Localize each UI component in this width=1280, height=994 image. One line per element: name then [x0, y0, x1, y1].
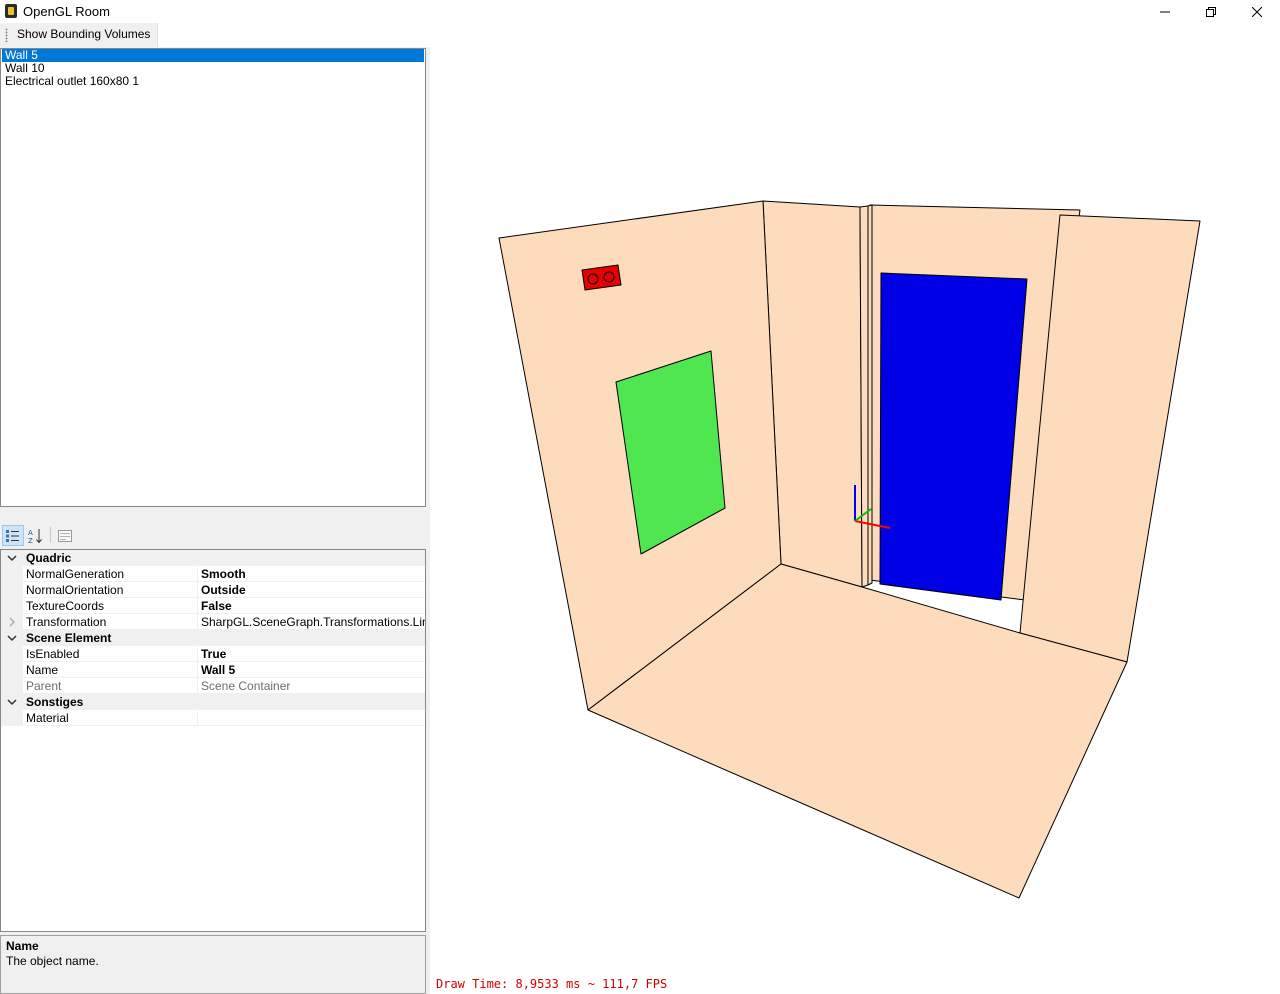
categorized-button[interactable] [2, 525, 24, 546]
chevron-down-icon[interactable] [5, 550, 19, 566]
toolbar-strip: Show Bounding Volumes [0, 23, 158, 47]
close-button[interactable] [1234, 0, 1280, 23]
property-name: Parent [26, 679, 62, 693]
svg-text:A: A [28, 529, 33, 537]
property-name: TextureCoords [26, 599, 105, 613]
scene-canvas [498, 200, 1201, 899]
electrical-outlet [581, 264, 622, 291]
categorized-icon [6, 529, 19, 542]
property-gutter [1, 646, 23, 662]
property-category[interactable]: Quadric [1, 550, 425, 566]
property-row[interactable]: TextureCoords False [1, 598, 425, 614]
property-row[interactable]: Name Wall 5 [1, 662, 425, 678]
svg-text:Z: Z [28, 537, 33, 545]
property-category[interactable]: Scene Element [1, 630, 425, 646]
description-text: The object name. [6, 954, 99, 968]
property-row[interactable]: Parent Scene Container [1, 678, 425, 694]
property-row[interactable]: NormalGeneration Smooth [1, 566, 425, 582]
property-value[interactable]: True [201, 646, 425, 662]
door [879, 272, 1028, 601]
column-strip-left [859, 205, 869, 588]
property-value[interactable]: Scene Container [201, 678, 425, 694]
property-pages-button[interactable] [54, 525, 76, 546]
toolbar-grip-icon[interactable] [5, 28, 8, 42]
property-gutter [1, 678, 23, 694]
column-divider[interactable] [197, 566, 198, 582]
chevron-down-icon[interactable] [5, 694, 19, 710]
property-value[interactable]: False [201, 598, 425, 614]
minimize-button[interactable] [1142, 0, 1188, 23]
window-title: OpenGL Room [23, 4, 110, 19]
property-grid[interactable]: Quadric NormalGeneration Smooth NormalOrien… [0, 549, 426, 932]
scene-list-item[interactable]: Wall 5 [2, 49, 424, 62]
toolbar-separator [50, 527, 51, 543]
column-divider[interactable] [197, 678, 198, 694]
close-icon [1252, 6, 1262, 17]
property-gutter [1, 598, 23, 614]
column-divider[interactable] [197, 710, 198, 726]
column-divider[interactable] [197, 646, 198, 662]
scene-list-item[interactable]: Electrical outlet 160x80 1 [2, 75, 424, 88]
property-pages-icon [58, 529, 72, 542]
draw-time-status: Draw Time: 8,9533 ms ~ 111,7 FPS [436, 977, 668, 991]
property-name: Material [26, 711, 69, 725]
property-gutter [1, 566, 23, 582]
description-title: Name [6, 939, 39, 953]
property-name: IsEnabled [26, 647, 80, 661]
property-value[interactable]: SharpGL.SceneGraph.Transformations.Linea… [201, 614, 425, 630]
toolbar: Show Bounding Volumes [0, 23, 1280, 47]
property-description-panel: Name The object name. [0, 935, 426, 994]
chevron-down-icon[interactable] [5, 630, 19, 646]
property-grid-toolbar: A Z [0, 523, 430, 548]
property-gutter [1, 582, 23, 598]
property-row[interactable]: Transformation SharpGL.SceneGraph.Transfo… [1, 614, 425, 630]
property-category[interactable]: Sonstiges [1, 694, 425, 710]
column-divider[interactable] [197, 582, 198, 598]
restore-button[interactable] [1188, 0, 1234, 23]
property-value[interactable]: Wall 5 [201, 662, 425, 678]
alphabetical-button[interactable]: A Z [25, 525, 47, 546]
app-icon [5, 4, 17, 18]
property-row[interactable]: Material [1, 710, 425, 726]
column-divider[interactable] [197, 614, 198, 630]
column-strip-right [867, 204, 873, 586]
sort-az-icon: A Z [28, 528, 42, 545]
property-value[interactable]: Smooth [201, 566, 425, 582]
property-name: NormalGeneration [26, 567, 125, 581]
chevron-right-icon[interactable] [7, 614, 17, 630]
category-name: Quadric [26, 551, 72, 565]
property-row[interactable]: NormalOrientation Outside [1, 582, 425, 598]
property-gutter [1, 614, 23, 630]
property-gutter [1, 710, 23, 726]
property-name: Transformation [26, 615, 107, 629]
minimize-icon [1160, 11, 1170, 12]
scene-object-list[interactable]: Wall 5 Wall 10 Electrical outlet 160x80 1 [0, 48, 426, 507]
category-name: Sonstiges [26, 695, 84, 709]
opengl-viewport[interactable]: Draw Time: 8,9533 ms ~ 111,7 FPS [430, 47, 1280, 994]
property-name: NormalOrientation [26, 583, 124, 597]
restore-icon [1206, 6, 1216, 17]
property-value[interactable]: Outside [201, 582, 425, 598]
column-divider[interactable] [197, 598, 198, 614]
property-name: Name [26, 663, 59, 677]
title-bar: OpenGL Room [0, 0, 1280, 23]
category-name: Scene Element [26, 631, 112, 645]
property-gutter [1, 662, 23, 678]
property-row[interactable]: IsEnabled True [1, 646, 425, 662]
column-divider[interactable] [197, 662, 198, 678]
show-bounding-volumes-button[interactable]: Show Bounding Volumes [12, 26, 155, 44]
